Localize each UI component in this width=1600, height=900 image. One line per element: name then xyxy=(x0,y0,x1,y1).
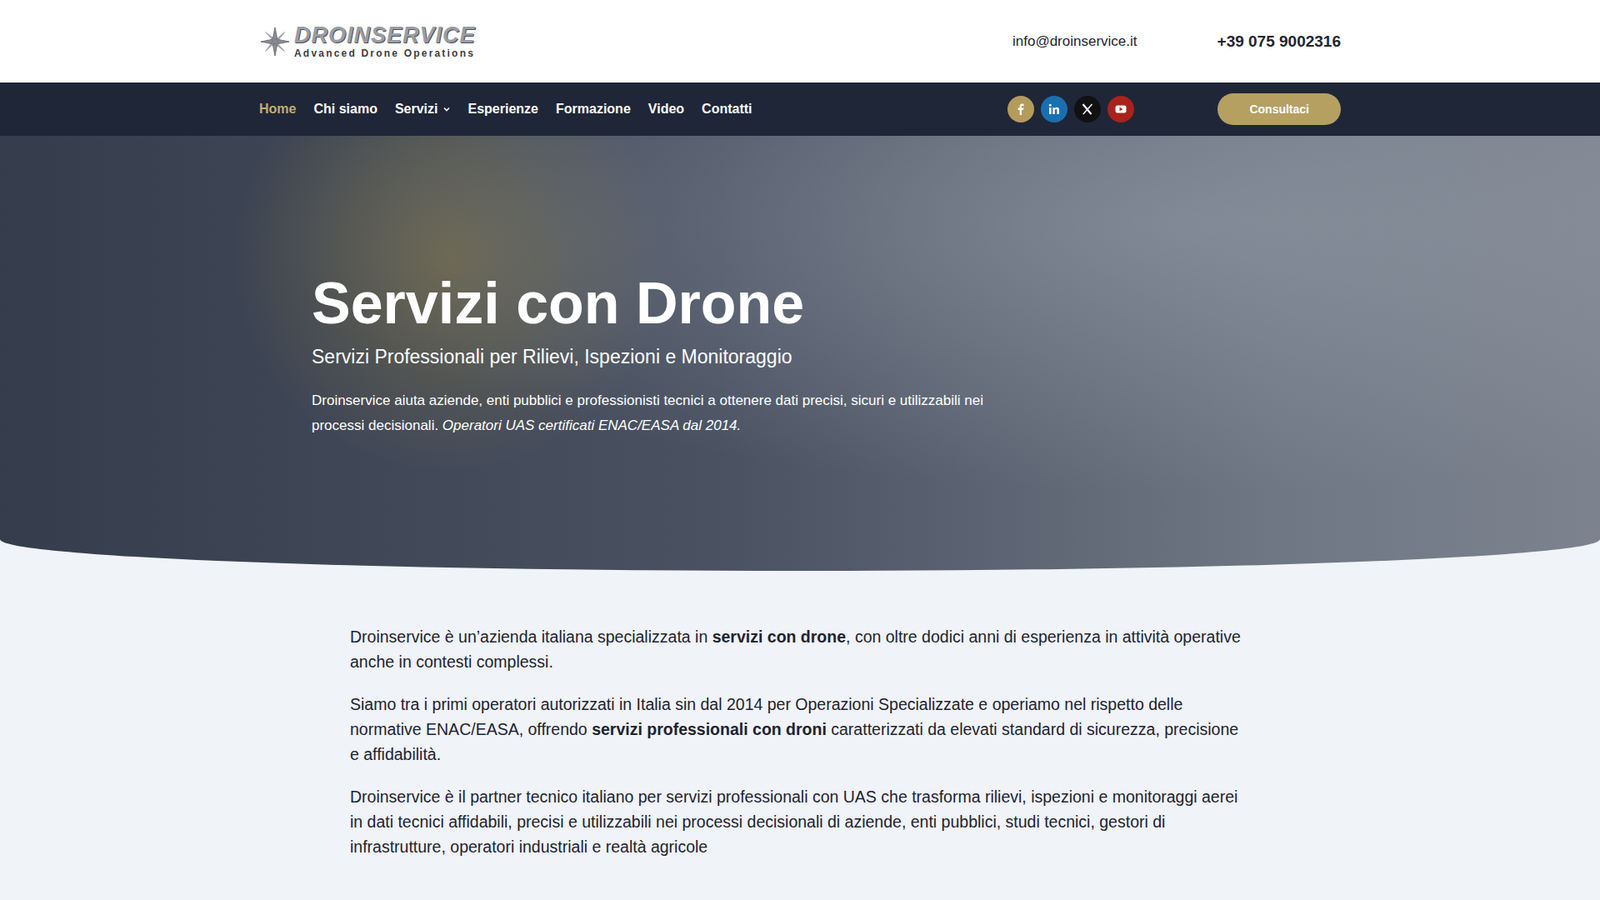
hero-title: Servizi con Drone xyxy=(311,271,1341,336)
nav-item[interactable]: Contatti xyxy=(701,101,752,117)
nav-item[interactable]: Formazione xyxy=(555,101,631,117)
hero-text: Droinservice aiuta aziende, enti pubblic… xyxy=(311,388,1020,439)
nav-item[interactable]: Video xyxy=(648,101,685,117)
intro-section: Droinservice è un’azienda italiana speci… xyxy=(0,570,1600,900)
nav-item[interactable]: Chi siamo xyxy=(313,101,377,117)
chevron-down-icon xyxy=(442,105,451,114)
facebook-icon xyxy=(1014,102,1028,116)
main-nav: Home Chi siamo Servizi Esperienze Formaz… xyxy=(0,82,1600,136)
linkedin-icon xyxy=(1047,102,1061,116)
social-facebook[interactable] xyxy=(1007,95,1035,123)
intro-paragraph: Droinservice è il partner tecnico italia… xyxy=(350,784,1250,860)
social-x[interactable] xyxy=(1074,95,1101,123)
top-header: DROINSERVICE Advanced Drone Operations i… xyxy=(0,0,1600,83)
nav-item[interactable]: Home xyxy=(259,101,296,117)
nav-item[interactable]: Servizi xyxy=(395,101,451,117)
hero: Servizi con Drone Servizi Professionali … xyxy=(0,135,1600,571)
social-youtube[interactable] xyxy=(1107,95,1135,123)
youtube-icon xyxy=(1114,102,1128,116)
logo-tagline: Advanced Drone Operations xyxy=(294,48,476,59)
hero-subtitle: Servizi Professionali per Rilievi, Ispez… xyxy=(311,345,1341,369)
page: DROINSERVICE Advanced Drone Operations i… xyxy=(0,0,1600,900)
consult-button[interactable]: Consultaci xyxy=(1217,93,1341,125)
intro-paragraph: Siamo tra i primi operatori autorizzati … xyxy=(350,691,1250,767)
phone-link[interactable]: +39 075 9002316 xyxy=(1217,32,1341,51)
intro-paragraph: Droinservice è un’azienda italiana speci… xyxy=(350,624,1250,675)
logo-star-icon xyxy=(259,25,291,58)
social-linkedin[interactable] xyxy=(1040,95,1068,123)
x-icon xyxy=(1080,102,1095,116)
email-link[interactable]: info@droinservice.it xyxy=(1012,33,1138,50)
logo-name: DROINSERVICE xyxy=(294,24,476,47)
logo[interactable]: DROINSERVICE Advanced Drone Operations xyxy=(259,24,476,59)
nav-item[interactable]: Esperienze xyxy=(468,101,539,117)
